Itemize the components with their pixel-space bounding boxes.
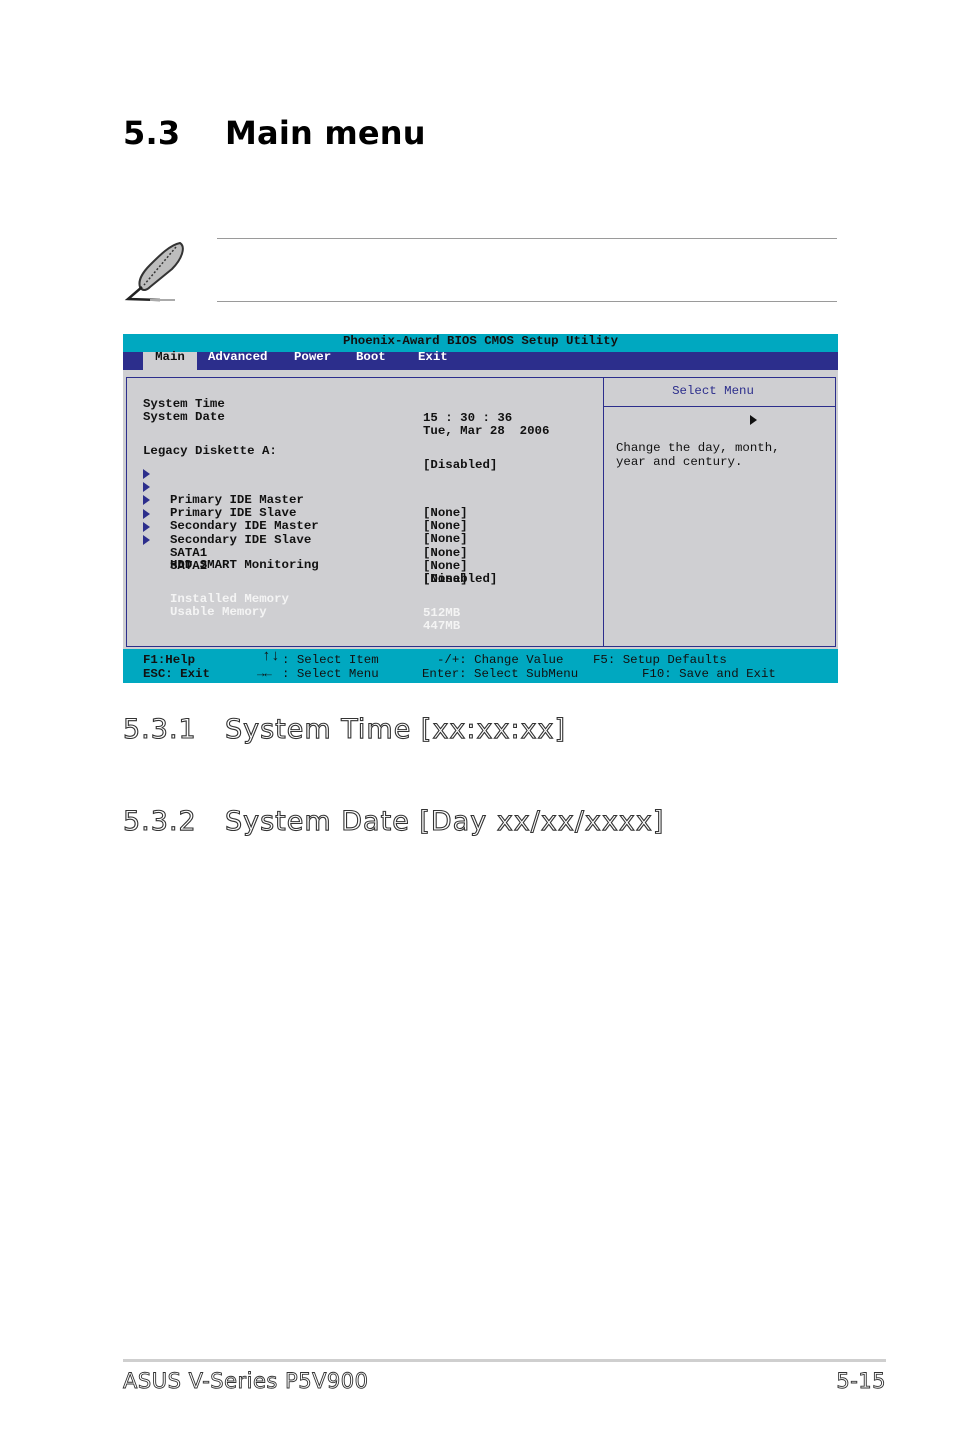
submenu-sata1[interactable]: SATA1 [None] — [127, 520, 603, 573]
key-select-menu: : Select Menu — [282, 667, 379, 681]
submenu-arrow-icon — [143, 509, 150, 519]
key-select-item: : Select Item — [282, 653, 379, 667]
submenu-arrow-icon — [143, 522, 150, 532]
submenu-arrow-icon — [143, 482, 150, 492]
right-arrow-icon — [750, 415, 757, 425]
info-installed-memory: Installed Memory 512MB — [127, 580, 603, 619]
help-title: Select Menu — [672, 384, 754, 398]
submenu-secondary-ide-master[interactable]: Secondary IDE Master [None] — [127, 493, 603, 546]
info-value: 512MB — [423, 605, 461, 620]
setting-label: System Date — [143, 410, 225, 425]
submenu-arrow-icon — [143, 469, 150, 479]
key-f1-help: F1:Help — [143, 653, 196, 667]
tab-advanced[interactable]: Advanced — [208, 351, 268, 370]
help-text: Change the day, month, year and century. — [616, 441, 780, 469]
submenu-sata2[interactable]: SATA2 [None] — [127, 533, 603, 586]
subsection-number: 5.3.2 — [122, 805, 197, 837]
key-esc-exit: ESC: Exit — [143, 667, 210, 681]
setting-legacy-diskette[interactable]: Legacy Diskette A: [Disabled] — [127, 432, 603, 471]
subsection-heading-system-date: 5.3.2 System Date [Day xx/xx/xxxx] — [122, 805, 665, 837]
info-value: 447MB — [423, 618, 461, 633]
feather-pen-icon — [120, 237, 190, 307]
submenu-primary-ide-slave[interactable]: Primary IDE Slave [None] — [127, 480, 603, 533]
footer-page-number: 5-15 — [836, 1369, 886, 1394]
key-change-value: -/+: Change Value — [437, 653, 564, 667]
info-usable-memory: Usable Memory 447MB — [127, 593, 603, 632]
key-f10-save-exit: F10: Save and Exit — [642, 667, 776, 681]
key-f5-defaults: F5: Setup Defaults — [593, 653, 727, 667]
bios-settings-panel: System Time 15 : 30 : 36 System Date Tue… — [126, 377, 604, 647]
bios-help-panel: Select Menu Change the day, month, year … — [603, 377, 836, 647]
tab-main[interactable]: Main — [143, 351, 197, 370]
subsection-title: System Date [Day xx/xx/xxxx] — [224, 805, 665, 837]
left-right-arrows-icon: →← — [257, 667, 272, 681]
note-top-rule — [217, 238, 837, 239]
setting-label: HDD SMART Monitoring — [170, 558, 319, 573]
setting-system-time[interactable]: System Time 15 : 30 : 36 — [127, 385, 603, 424]
info-label: Usable Memory — [170, 605, 267, 620]
setting-system-date[interactable]: System Date Tue, Mar 28 2006 — [127, 398, 603, 437]
subsection-title: System Time [xx:xx:xx] — [224, 713, 567, 745]
setting-value[interactable]: 15 : 30 : 36 — [423, 411, 512, 425]
tab-boot[interactable]: Boot — [356, 351, 386, 370]
subsection-heading-system-time: 5.3.1 System Time [xx:xx:xx] — [122, 713, 567, 745]
setting-label: Legacy Diskette A: — [143, 444, 277, 459]
section-heading: 5.3 Main menu — [123, 114, 426, 152]
section-title: Main menu — [225, 114, 426, 152]
key-enter-submenu: Enter: Select SubMenu — [422, 667, 579, 681]
up-down-arrows-icon: ↑↓ — [262, 648, 281, 665]
help-header: Select Menu — [604, 378, 835, 407]
note-bottom-rule — [217, 301, 837, 302]
footer-product-name: ASUS V-Series P5V900 — [123, 1369, 369, 1394]
bios-tab-bar: Main Advanced Power Boot Exit — [123, 351, 838, 370]
bios-key-legend: F1:Help ESC: Exit ↑↓ : Select Item →← : … — [123, 649, 838, 683]
submenu-primary-ide-master[interactable]: Primary IDE Master [None] — [127, 467, 603, 520]
section-number: 5.3 — [123, 114, 181, 152]
submenu-secondary-ide-slave[interactable]: Secondary IDE Slave [None] — [127, 507, 603, 560]
submenu-arrow-icon — [143, 535, 150, 545]
footer-rule — [123, 1359, 886, 1362]
tab-power[interactable]: Power — [294, 351, 331, 370]
setting-hdd-smart-monitoring[interactable]: HDD SMART Monitoring [Disabled] — [127, 546, 603, 585]
bios-screen: Phoenix-Award BIOS CMOS Setup Utility Ma… — [123, 334, 838, 683]
submenu-arrow-icon — [143, 495, 150, 505]
tab-exit[interactable]: Exit — [418, 351, 448, 370]
subsection-number: 5.3.1 — [122, 713, 197, 745]
